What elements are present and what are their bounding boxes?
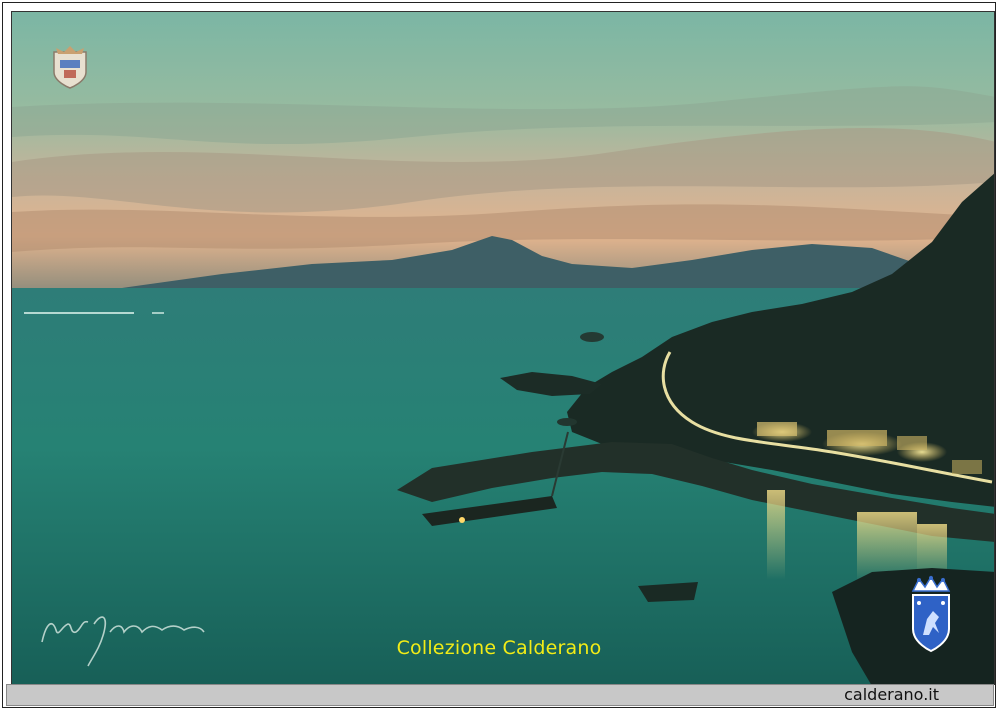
- night-coastal-scene: [12, 12, 994, 684]
- footer-bar: calderano.it: [6, 684, 994, 706]
- horizon-light: [24, 312, 134, 314]
- collection-caption: Collezione Calderano: [396, 637, 602, 659]
- postcard-frame: Collezione Calderano: [2, 2, 996, 708]
- site-link[interactable]: calderano.it: [844, 686, 939, 704]
- coat-of-arms-icon: [53, 46, 87, 89]
- cloud-bands: [12, 86, 994, 252]
- postcard-photo: [11, 11, 995, 685]
